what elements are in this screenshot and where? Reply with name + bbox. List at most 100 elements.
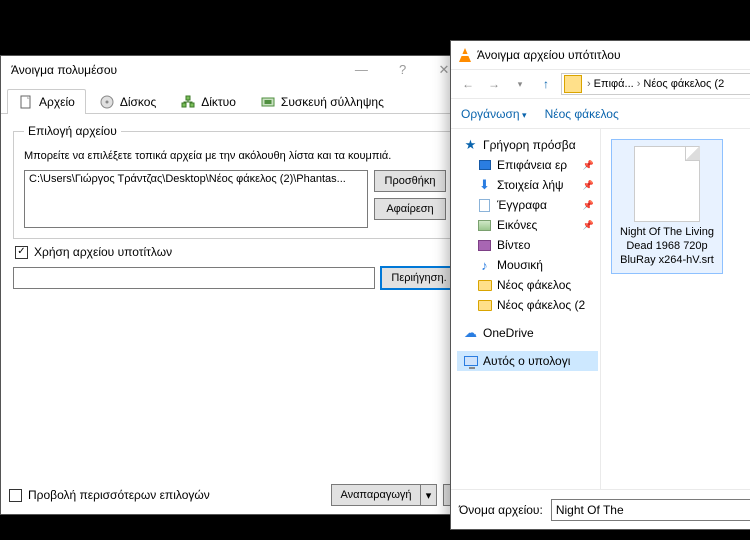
file-pane[interactable]: Night Of The Living Dead 1968 720p BluRa… xyxy=(601,129,750,489)
vlc-window-title: Άνοιγμα πολυμέσου xyxy=(7,63,117,77)
pin-icon: 📌 xyxy=(583,160,594,171)
file-icon xyxy=(18,94,34,110)
pin-icon: 📌 xyxy=(583,200,594,211)
download-icon: ⬇ xyxy=(477,178,492,193)
window-controls: — ? ✕ xyxy=(342,62,463,78)
file-selection-legend: Επιλογή αρχείου xyxy=(24,124,121,138)
tree-label: Επιφάνεια ερ xyxy=(497,158,567,172)
tree-label: Βίντεο xyxy=(497,238,530,252)
dlg-titlebar: Άνοιγμα αρχείου υπότιτλου xyxy=(451,41,750,69)
add-button[interactable]: Προσθήκη xyxy=(374,170,446,192)
tree-this-pc[interactable]: Αυτός ο υπολογι xyxy=(457,351,598,371)
tree-label: Γρήγορη πρόσβα xyxy=(483,138,576,152)
videos-icon xyxy=(477,238,492,253)
tree-label: Μουσική xyxy=(497,258,543,272)
tree-label: Εικόνες xyxy=(497,218,537,232)
address-bar[interactable]: › Επιφά... › Νέος φάκελος (2 xyxy=(561,73,750,95)
command-bar: Οργάνωση Νέος φάκελος xyxy=(451,99,750,129)
tree-label: Νέος φάκελος xyxy=(497,278,571,292)
tab-capture[interactable]: Συσκευή σύλληψης xyxy=(249,89,395,114)
folder-icon xyxy=(477,298,492,313)
tree-label: Νέος φάκελος (2 xyxy=(497,298,585,312)
tab-file-label: Αρχείο xyxy=(39,95,75,109)
tree-documents[interactable]: Έγγραφα 📌 xyxy=(457,195,598,215)
chevron-right-icon: › xyxy=(584,78,594,90)
crumb-b[interactable]: Νέος φάκελος (2 xyxy=(643,78,724,90)
bottom-bar: Προβολή περισσότερων επιλογών Αναπαραγωγ… xyxy=(9,484,461,506)
tab-file[interactable]: Αρχείο xyxy=(7,89,86,114)
tree-label: Έγγραφα xyxy=(497,198,547,212)
document-icon xyxy=(477,198,492,213)
play-button[interactable]: Αναπαραγωγή xyxy=(331,484,421,506)
desktop-icon xyxy=(477,158,492,173)
crumb-a[interactable]: Επιφά... xyxy=(594,78,634,90)
tree-folder2[interactable]: Νέος φάκελος (2 xyxy=(457,295,598,315)
subtitle-path-input[interactable] xyxy=(13,267,375,289)
tab-disc[interactable]: Δίσκος xyxy=(88,89,167,114)
pictures-icon xyxy=(477,218,492,233)
more-options-label: Προβολή περισσότερων επιλογών xyxy=(28,488,210,502)
play-dropdown-icon[interactable]: ▾ xyxy=(421,484,437,506)
remove-button[interactable]: Αφαίρεση xyxy=(374,198,446,220)
folder-icon xyxy=(477,278,492,293)
minimize-icon[interactable]: — xyxy=(342,62,380,77)
tab-disc-label: Δίσκος xyxy=(120,95,156,109)
folder-icon xyxy=(564,75,582,93)
vlc-open-media-window: Άνοιγμα πολυμέσου — ? ✕ Αρχείο Δίσκος Δί… xyxy=(0,55,470,515)
cloud-icon: ☁ xyxy=(463,326,478,341)
tree-label: Αυτός ο υπολογι xyxy=(483,354,570,368)
checkbox-icon: ✓ xyxy=(15,246,28,259)
dlg-title: Άνοιγμα αρχείου υπότιτλου xyxy=(477,48,621,62)
use-subtitle-label: Χρήση αρχείου υποτίτλων xyxy=(34,245,172,259)
new-folder-button[interactable]: Νέος φάκελος xyxy=(545,107,619,121)
disc-icon xyxy=(99,94,115,110)
tree-onedrive[interactable]: ☁ OneDrive xyxy=(457,323,598,343)
star-icon: ★ xyxy=(463,138,478,153)
nav-back-icon[interactable]: ← xyxy=(457,73,479,95)
file-selection-group: Επιλογή αρχείου Μπορείτε να επιλέξετε το… xyxy=(13,124,457,239)
network-icon xyxy=(180,94,196,110)
file-selection-hint: Μπορείτε να επιλέξετε τοπικά αρχεία με τ… xyxy=(24,150,446,162)
dlg-bottom-bar: Όνομα αρχείου: xyxy=(451,489,750,529)
pin-icon: 📌 xyxy=(583,180,594,191)
checkbox-icon xyxy=(9,489,22,502)
capture-icon xyxy=(260,94,276,110)
file-item-label: Night Of The Living Dead 1968 720p BluRa… xyxy=(616,226,718,267)
tree-desktop[interactable]: Επιφάνεια ερ 📌 xyxy=(457,155,598,175)
organize-menu[interactable]: Οργάνωση xyxy=(461,107,527,121)
nav-forward-icon[interactable]: → xyxy=(483,73,505,95)
pin-icon: 📌 xyxy=(583,220,594,231)
play-split-button[interactable]: Αναπαραγωγή ▾ xyxy=(331,484,437,506)
file-thumbnail xyxy=(634,146,700,222)
file-list[interactable]: C:\Users\Γιώργος Τράντζας\Desktop\Νέος φ… xyxy=(24,170,368,228)
tree-label: OneDrive xyxy=(483,326,534,340)
browse-subtitles-button[interactable]: Περιήγηση. xyxy=(381,267,457,289)
tree-label: Στοιχεία λήψ xyxy=(497,178,564,192)
tab-network-label: Δίκτυο xyxy=(201,95,236,109)
use-subtitle-checkbox[interactable]: ✓ Χρήση αρχείου υποτίτλων xyxy=(15,245,455,259)
dlg-navbar: ← → ▾ ↑ › Επιφά... › Νέος φάκελος (2 xyxy=(451,69,750,99)
help-icon[interactable]: ? xyxy=(384,62,422,77)
tree-folder1[interactable]: Νέος φάκελος xyxy=(457,275,598,295)
chevron-right-icon: › xyxy=(634,78,644,90)
tab-capture-label: Συσκευή σύλληψης xyxy=(281,95,384,109)
music-icon: ♪ xyxy=(477,258,492,273)
file-section: Επιλογή αρχείου Μπορείτε να επιλέξετε το… xyxy=(1,114,469,293)
tree-pictures[interactable]: Εικόνες 📌 xyxy=(457,215,598,235)
tab-network[interactable]: Δίκτυο xyxy=(169,89,247,114)
nav-up-icon[interactable]: ↑ xyxy=(535,73,557,95)
tree-downloads[interactable]: ⬇ Στοιχεία λήψ 📌 xyxy=(457,175,598,195)
tree-music[interactable]: ♪ Μουσική xyxy=(457,255,598,275)
filename-input[interactable] xyxy=(551,499,750,521)
open-subtitle-dialog: Άνοιγμα αρχείου υπότιτλου ← → ▾ ↑ › Επιφ… xyxy=(450,40,750,530)
filename-label: Όνομα αρχείου: xyxy=(459,503,543,517)
tree-quick-access[interactable]: ★ Γρήγορη πρόσβα xyxy=(457,135,598,155)
tree-videos[interactable]: Βίντεο xyxy=(457,235,598,255)
tab-bar: Αρχείο Δίσκος Δίκτυο Συσκευή σύλληψης xyxy=(1,84,469,114)
nav-tree: ★ Γρήγορη πρόσβα Επιφάνεια ερ 📌 ⬇ Στοιχε… xyxy=(451,129,601,489)
vlc-titlebar: Άνοιγμα πολυμέσου — ? ✕ xyxy=(1,56,469,84)
more-options-checkbox[interactable]: Προβολή περισσότερων επιλογών xyxy=(9,488,210,502)
file-item-srt[interactable]: Night Of The Living Dead 1968 720p BluRa… xyxy=(611,139,723,274)
nav-history-icon[interactable]: ▾ xyxy=(509,73,531,95)
monitor-icon xyxy=(463,354,478,369)
